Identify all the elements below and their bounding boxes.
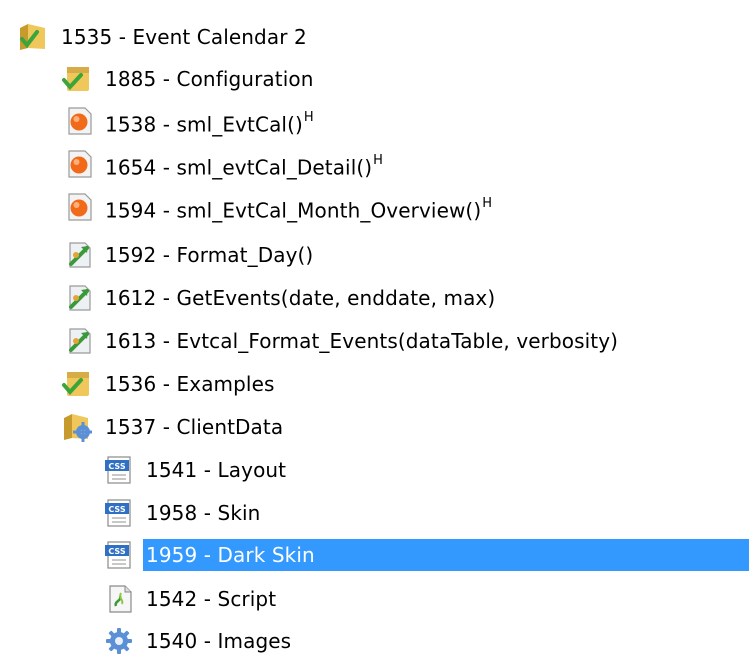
tree-item-examples[interactable]: 1536 - Examples: [0, 366, 749, 402]
tree-item-configuration[interactable]: 1885 - Configuration: [0, 61, 749, 97]
tree-item-label: 1538 - sml_EvtCal()H: [105, 110, 314, 137]
h-badge: H: [303, 110, 314, 125]
tree-item-label: 1885 - Configuration: [105, 67, 314, 91]
tree-item-sml-evtcal-month-overview[interactable]: 1594 - sml_EvtCal_Month_Overview()H: [0, 189, 749, 225]
svg-text:CSS: CSS: [108, 505, 125, 514]
tree-item-sml-evtcal[interactable]: 1538 - sml_EvtCal()H: [0, 103, 749, 139]
tree-item-label: 1535 - Event Calendar 2: [61, 25, 307, 49]
tree-item-label: 1592 - Format_Day(): [105, 243, 314, 267]
tree-item-label: 1594 - sml_EvtCal_Month_Overview()H: [105, 196, 493, 223]
tree-item-label: 1958 - Skin: [146, 501, 261, 525]
tree-item-event-calendar-2[interactable]: 1535 - Event Calendar 2: [0, 19, 749, 55]
tree-item-label: 1541 - Layout: [146, 458, 287, 482]
tree-item-get-events[interactable]: 1612 - GetEvents(date, enddate, max): [0, 280, 749, 316]
tree-item-label: 1542 - Script: [146, 587, 277, 611]
tree-item-label: 1612 - GetEvents(date, enddate, max): [105, 286, 496, 310]
tree-item-skin[interactable]: CSS 1958 - Skin: [0, 495, 749, 531]
orange-dot-document-icon: [68, 107, 92, 135]
script-function-icon: [69, 328, 91, 354]
css-file-icon: CSS: [105, 456, 131, 484]
orange-dot-document-icon: [68, 150, 92, 178]
tree-item-label: 1613 - Evtcal_Format_Events(dataTable, v…: [105, 329, 619, 353]
svg-text:CSS: CSS: [108, 547, 125, 556]
folder-gear-icon: [64, 414, 92, 442]
css-file-icon: CSS: [105, 541, 131, 569]
folder-check-icon: [62, 372, 89, 396]
folder-check-icon: [20, 24, 45, 50]
tree-item-label: 1537 - ClientData: [105, 415, 284, 439]
script-file-icon: [109, 585, 132, 613]
tree-item-layout[interactable]: CSS 1541 - Layout: [0, 452, 749, 488]
orange-dot-document-icon: [68, 193, 92, 221]
tree-item-label: 1959 - Dark Skin: [146, 543, 315, 567]
folder-check-icon: [62, 67, 89, 91]
tree-item-label: 1536 - Examples: [105, 372, 275, 396]
tree-item-evtcal-format-events[interactable]: 1613 - Evtcal_Format_Events(dataTable, v…: [0, 323, 749, 359]
tree-item-label: 1654 - sml_evtCal_Detail()H: [105, 153, 384, 180]
tree-item-dark-skin[interactable]: CSS 1959 - Dark Skin: [0, 537, 749, 573]
tree-item-sml-evtcal-detail[interactable]: 1654 - sml_evtCal_Detail()H: [0, 146, 749, 182]
h-badge: H: [373, 153, 384, 168]
tree-item-format-day[interactable]: 1592 - Format_Day(): [0, 237, 749, 273]
svg-text:CSS: CSS: [108, 462, 125, 471]
h-badge: H: [482, 196, 493, 211]
css-file-icon: CSS: [105, 499, 131, 527]
tree-item-clientdata[interactable]: 1537 - ClientData: [0, 409, 749, 445]
script-function-icon: [69, 285, 91, 311]
script-function-icon: [69, 242, 91, 268]
gear-icon: [106, 628, 132, 654]
tree-item-script[interactable]: 1542 - Script: [0, 581, 749, 617]
